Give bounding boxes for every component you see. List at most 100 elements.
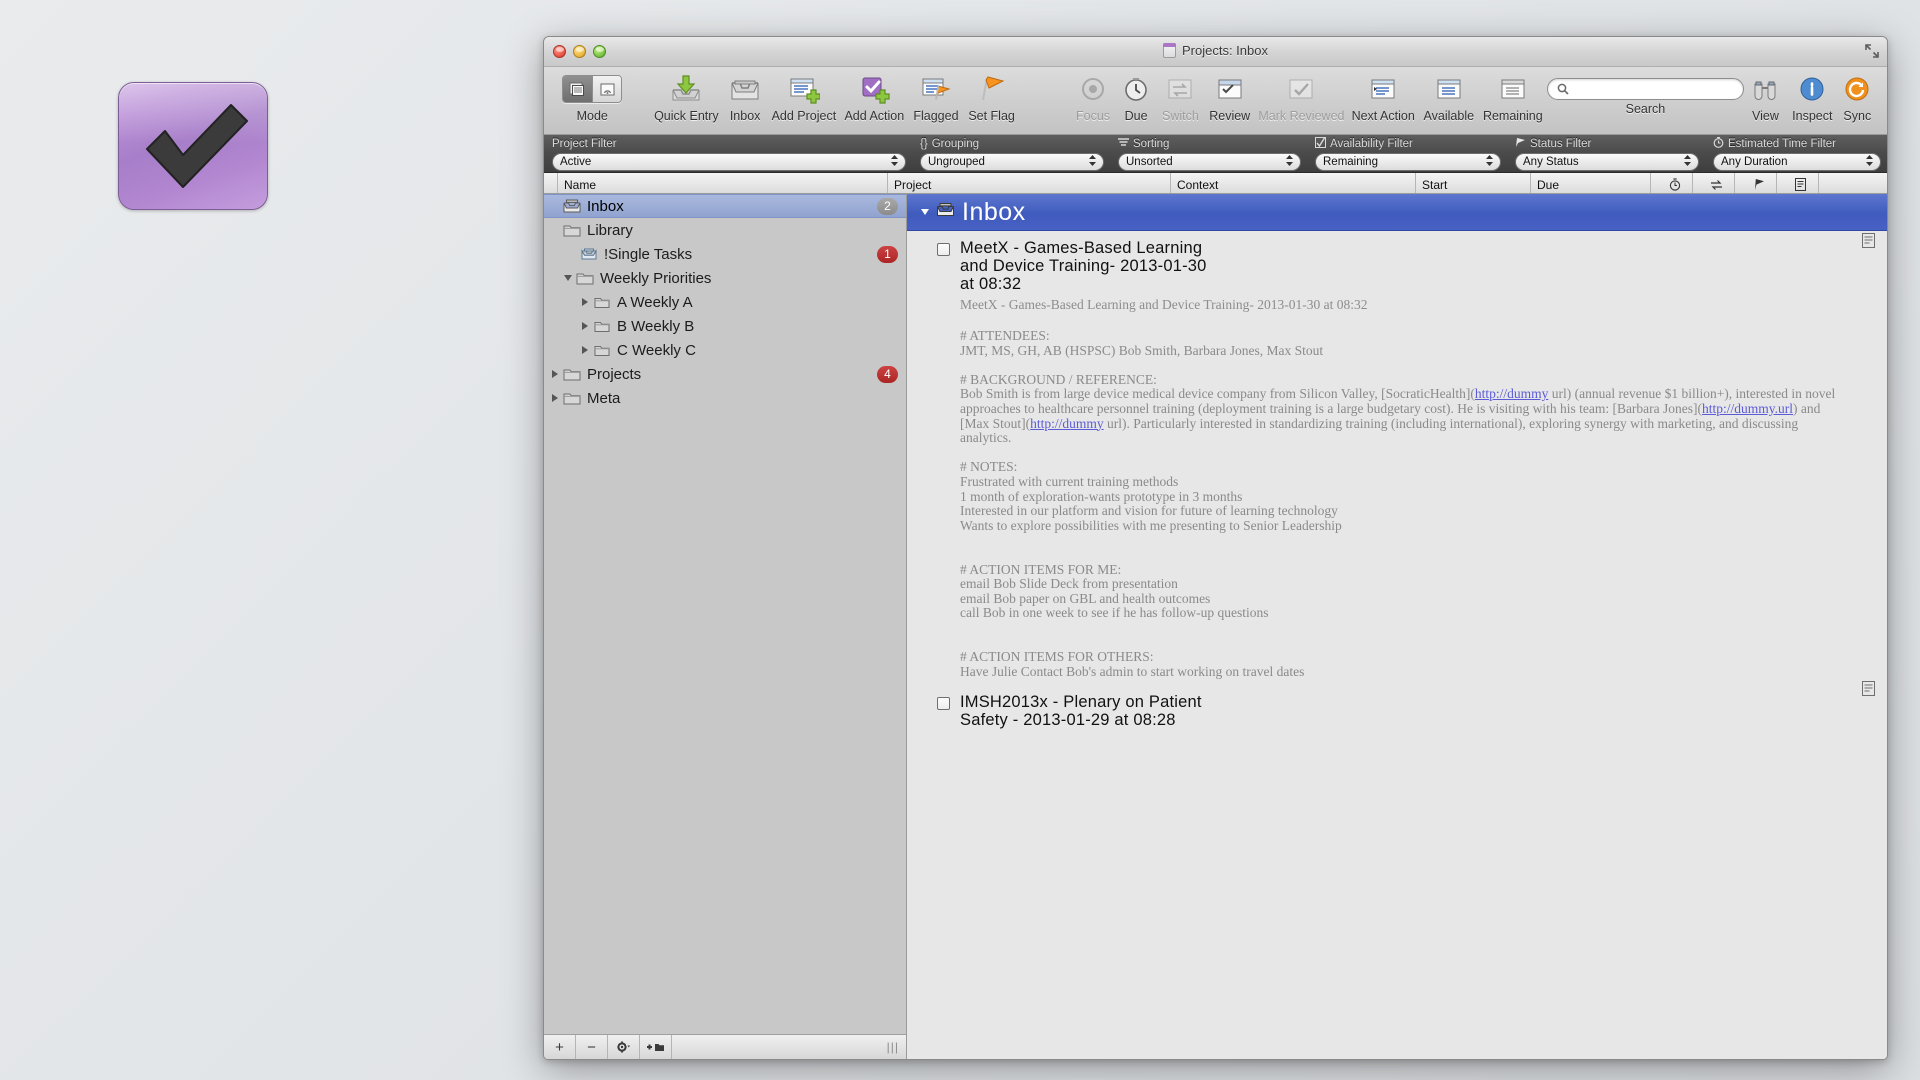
toolbar-item-view[interactable]: View — [1744, 69, 1787, 123]
column-header-project[interactable]: Project — [888, 173, 1171, 193]
column-header-start[interactable]: Start — [1416, 173, 1531, 193]
column-header-repeat[interactable] — [1693, 173, 1735, 193]
review-calendar-icon[interactable] — [1215, 71, 1245, 107]
disclosure-triangle-meta[interactable] — [548, 391, 562, 405]
task-checkbox[interactable] — [937, 243, 950, 256]
mode-context-icon[interactable] — [592, 76, 622, 102]
info-circle-icon[interactable] — [1798, 71, 1826, 107]
list-flag-icon[interactable] — [920, 71, 952, 107]
list-plus-icon[interactable] — [788, 71, 820, 107]
note-spacer — [960, 533, 1851, 548]
disclosure-triangle-b-weekly-b[interactable] — [578, 319, 592, 333]
task-row-imsh2013x[interactable]: IMSH2013x - Plenary on Patient Safety - … — [907, 679, 1887, 729]
sidebar-item-single-tasks[interactable]: !Single Tasks 1 — [544, 242, 906, 266]
orange-flag-icon[interactable] — [976, 71, 1008, 107]
toolbar-item-inspect[interactable]: Inspect — [1787, 69, 1838, 123]
note-icon[interactable] — [1862, 681, 1875, 697]
search-input[interactable] — [1573, 82, 1734, 96]
column-header-note[interactable] — [1777, 173, 1819, 193]
column-header-due[interactable]: Due — [1531, 173, 1651, 193]
note-notes-line-1: Frustrated with current training methods — [960, 473, 1179, 489]
task-note[interactable]: # ATTENDEES: JMT, MS, GH, AB (HSPSC) Bob… — [960, 328, 1851, 679]
folder-icon — [592, 342, 612, 358]
task-checkbox[interactable] — [937, 697, 950, 711]
sidebar-item-meta[interactable]: Meta — [544, 386, 906, 410]
filter-label-estimated-group: Estimated Time Filter — [1713, 136, 1881, 151]
sorting-popup[interactable]: Unsorted — [1118, 153, 1301, 171]
remaining-icon[interactable] — [1498, 71, 1528, 107]
single-tasks-icon — [579, 246, 599, 262]
note-link-3[interactable]: http://dummy — [1030, 416, 1104, 431]
window-body: Inbox 2 Library !Single Tasks 1 Weekly P… — [544, 194, 1887, 1059]
toolbar-item-quick-entry[interactable]: Quick Entry — [650, 69, 723, 123]
segmented-mode-control[interactable] — [562, 71, 623, 107]
fullscreen-button[interactable] — [1865, 44, 1879, 58]
sync-refresh-icon[interactable] — [1843, 71, 1871, 107]
sorting-value: Unsorted — [1126, 156, 1173, 168]
column-header-flag[interactable] — [1735, 173, 1777, 193]
task-row-meetx[interactable]: MeetX - Games-Based Learning and Device … — [907, 231, 1887, 679]
disclosure-triangle-a-weekly-a[interactable] — [578, 295, 592, 309]
sidebar-item-weekly-priorities[interactable]: Weekly Priorities — [544, 266, 906, 290]
search-field[interactable] — [1546, 78, 1744, 100]
column-header-duration[interactable] — [1651, 173, 1693, 193]
sidebar-item-a-weekly-a[interactable]: A Weekly A — [544, 290, 906, 314]
add-item-button[interactable]: + — [544, 1035, 576, 1059]
note-action-me-line-3: call Bob in one week to see if he has fo… — [960, 605, 1269, 621]
toolbar-item-mode[interactable]: Mode — [558, 69, 626, 123]
note-link-1[interactable]: http://dummy — [1475, 386, 1549, 402]
toolbar-item-remaining[interactable]: Remaining — [1479, 69, 1547, 123]
desktop-app-icon[interactable] — [118, 82, 268, 210]
disclosure-triangle-weekly-priorities[interactable] — [561, 271, 575, 285]
project-filter-popup[interactable]: Active — [552, 153, 906, 171]
next-action-icon[interactable] — [1368, 71, 1398, 107]
estimated-time-filter-popup[interactable]: Any Duration — [1713, 153, 1881, 171]
chevron-down-icon[interactable] — [921, 209, 929, 215]
sidebar-item-projects[interactable]: Projects 4 — [544, 362, 906, 386]
toolbar-item-focus[interactable]: Focus — [1071, 69, 1116, 123]
disclosure-triangle-projects[interactable] — [548, 367, 562, 381]
sidebar-item-c-weekly-c[interactable]: C Weekly C — [544, 338, 906, 362]
sidebar-item-inbox[interactable]: Inbox 2 — [544, 194, 906, 218]
window-title-group: Projects: Inbox — [544, 43, 1887, 58]
availability-filter-popup[interactable]: Remaining — [1315, 153, 1501, 171]
inbox-tray-icon[interactable] — [728, 71, 762, 107]
sidebar-item-library[interactable]: Library — [544, 218, 906, 242]
sidebar-item-b-weekly-b[interactable]: B Weekly B — [544, 314, 906, 338]
sidebar-item-label: Weekly Priorities — [600, 269, 712, 287]
toolbar-item-add-action[interactable]: Add Action — [840, 69, 908, 123]
toolbar-item-available[interactable]: Available — [1419, 69, 1479, 123]
folder-icon — [562, 222, 582, 238]
view-binoculars-icon[interactable] — [1749, 71, 1781, 107]
toolbar-label-next-action: Next Action — [1351, 109, 1415, 123]
toolbar-item-switch[interactable]: Switch — [1157, 69, 1204, 123]
clock-icon[interactable] — [1121, 71, 1151, 107]
column-header-name[interactable]: Name — [558, 173, 888, 193]
remove-item-button[interactable]: − — [576, 1035, 608, 1059]
disclosure-triangle-c-weekly-c[interactable] — [578, 343, 592, 357]
toolbar-item-flagged[interactable]: Flagged — [908, 69, 963, 123]
mode-planning-icon[interactable] — [563, 76, 593, 102]
note-icon[interactable] — [1862, 233, 1875, 248]
toolbar-item-search[interactable]: Search — [1546, 69, 1744, 116]
note-link-2[interactable]: http://dummy.url — [1702, 401, 1793, 416]
available-icon[interactable] — [1434, 71, 1464, 107]
toolbar-item-mark-reviewed[interactable]: Mark Reviewed — [1255, 69, 1347, 123]
toolbar-item-set-flag[interactable]: Set Flag — [963, 69, 1019, 123]
purple-check-plus-icon[interactable] — [858, 71, 890, 107]
sidebar-resize-grip[interactable]: ||| — [887, 1035, 906, 1059]
toolbar-item-next-action[interactable]: Next Action — [1347, 69, 1418, 123]
toolbar-item-add-project[interactable]: Add Project — [768, 69, 841, 123]
grouping-popup[interactable]: Ungrouped — [920, 153, 1104, 171]
toolbar-item-inbox[interactable]: Inbox — [723, 69, 768, 123]
task-subtitle: MeetX - Games-Based Learning and Device … — [960, 297, 1368, 312]
toolbar-item-sync[interactable]: Sync — [1838, 69, 1877, 123]
toolbar-item-due[interactable]: Due — [1115, 69, 1156, 123]
column-header-context[interactable]: Context — [1171, 173, 1416, 193]
toolbar-item-review[interactable]: Review — [1204, 69, 1255, 123]
group-header-inbox[interactable]: Inbox — [907, 194, 1887, 231]
inbox-down-arrow-icon[interactable] — [669, 71, 703, 107]
new-folder-button[interactable] — [640, 1035, 672, 1059]
action-menu-button[interactable] — [608, 1035, 640, 1059]
status-filter-popup[interactable]: Any Status — [1515, 153, 1699, 171]
